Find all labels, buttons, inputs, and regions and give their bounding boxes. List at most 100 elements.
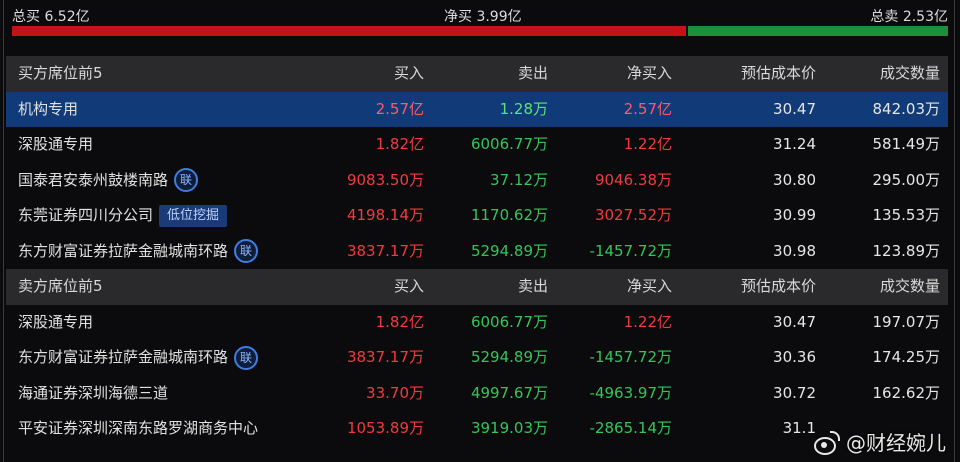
seat-name-cell: 东莞证券四川分公司 低位挖掘	[18, 198, 228, 234]
net-buy-amount: 1.22亿	[623, 312, 672, 331]
seat-name-cell: 东方财富证券拉萨金融城南环路联	[18, 340, 259, 376]
sell-amount: 5294.89万	[470, 348, 548, 366]
est-cost-price: 30.72	[773, 383, 816, 402]
sell-section-title: 卖方席位前5	[18, 277, 103, 295]
linked-seat-icon[interactable]: 联	[234, 345, 259, 370]
buy-amount: 2.57亿	[375, 99, 424, 118]
buy-table-row[interactable]: 国泰君安泰州鼓楼南路联 9083.50万 37.12万 9046.38万 30.80 29…	[6, 163, 948, 199]
seat-name[interactable]: 深股通专用	[18, 305, 93, 341]
est-cost-price: 31.1	[782, 419, 816, 437]
sell-amount: 3919.03万	[470, 419, 548, 437]
seat-name[interactable]: 东方财富证券拉萨金融城南环路	[18, 234, 228, 270]
seat-name[interactable]: 机构专用	[18, 92, 78, 128]
total-buy-label: 总买 6.52亿	[12, 9, 90, 25]
sell-table-row[interactable]: 平安证券深圳深南东路罗湖商务中心 1053.89万 3919.03万 -2865.14…	[6, 411, 948, 447]
watermark: @财经婉儿	[812, 427, 946, 456]
seat-name-cell: 深股通专用	[18, 305, 93, 341]
summary-bar: 总买 6.52亿 净买 3.99亿 总卖 2.53亿	[12, 4, 948, 26]
est-cost-price: 31.24	[773, 135, 816, 153]
buy-amount: 1053.89万	[346, 419, 424, 437]
seat-name[interactable]: 海通证券深圳海德三道	[18, 376, 168, 412]
sell-amount: 5294.89万	[470, 241, 548, 260]
trade-volume: 295.00万	[872, 170, 941, 189]
sell-ratio-fill	[687, 26, 948, 36]
trade-volume: 842.03万	[872, 99, 941, 118]
sell-amount: 4997.67万	[470, 383, 548, 402]
buy-amount: 3837.17万	[346, 348, 424, 366]
buy-sell-ratio-bar	[12, 26, 948, 36]
weibo-icon	[812, 430, 840, 455]
buy-amount: 3837.17万	[346, 241, 424, 260]
seat-name-cell: 机构专用	[18, 92, 78, 128]
sell-amount: 6006.77万	[470, 135, 548, 153]
seat-name-cell: 深股通专用	[18, 127, 93, 163]
trade-volume: 174.25万	[872, 348, 941, 366]
sell-amount: 1.28万	[499, 99, 548, 118]
seat-name-cell: 国泰君安泰州鼓楼南路联	[18, 163, 199, 199]
sell-amount: 1170.62万	[470, 206, 548, 224]
sell-col-sell-header[interactable]: 卖出	[518, 269, 548, 305]
net-buy-amount: -4963.97万	[589, 383, 672, 402]
sell-amount: 6006.77万	[470, 312, 548, 331]
seat-name[interactable]: 平安证券深圳深南东路罗湖商务中心	[18, 411, 258, 447]
net-buy-amount: -2865.14万	[589, 419, 672, 437]
net-buy-amount: 3027.52万	[594, 206, 672, 224]
est-cost-price: 30.80	[773, 170, 816, 189]
seat-name[interactable]: 东方财富证券拉萨金融城南环路	[18, 340, 228, 376]
buy-col-volume-header[interactable]: 成交数量	[880, 56, 940, 92]
sell-col-net-buy-header[interactable]: 净买入	[627, 269, 672, 305]
est-cost-price: 30.47	[773, 99, 816, 118]
buy-table-row[interactable]: 机构专用 2.57亿 1.28万 2.57亿 30.47 842.03万	[6, 91, 948, 128]
sell-col-est-cost-header[interactable]: 预估成本价	[741, 269, 816, 305]
sell-table-row[interactable]: 海通证券深圳海德三道 33.70万 4997.67万 -4963.97万 30.72 16…	[6, 376, 948, 412]
seat-name-cell: 东方财富证券拉萨金融城南环路联	[18, 234, 259, 270]
trade-volume: 162.62万	[872, 383, 941, 402]
linked-seat-icon[interactable]: 联	[234, 239, 259, 264]
seat-name-cell: 平安证券深圳深南东路罗湖商务中心	[18, 411, 258, 447]
seat-name[interactable]: 东莞证券四川分公司	[18, 198, 153, 234]
buy-header-row: 买方席位前5 买入 卖出 净买入 预估成本价 成交数量	[6, 56, 948, 92]
est-cost-price: 30.36	[773, 348, 816, 366]
trade-volume: 123.89万	[872, 241, 941, 260]
net-buy-label: 净买 3.99亿	[444, 9, 522, 25]
linked-seat-icon[interactable]: 联	[174, 168, 199, 193]
net-buy-amount: -1457.72万	[589, 348, 672, 366]
net-buy-amount: -1457.72万	[589, 241, 672, 260]
buy-col-net-buy-header[interactable]: 净买入	[627, 56, 672, 92]
buy-col-est-cost-header[interactable]: 预估成本价	[741, 56, 816, 92]
seat-name[interactable]: 深股通专用	[18, 127, 93, 163]
trade-volume: 581.49万	[872, 135, 941, 153]
sell-table-row[interactable]: 深股通专用 1.82亿 6006.77万 1.22亿 30.47 197.07万	[6, 305, 948, 341]
strategy-tag[interactable]: 低位挖掘	[159, 204, 228, 227]
buy-section-title: 买方席位前5	[18, 64, 103, 82]
sell-table-row[interactable]: 东方财富证券拉萨金融城南环路联 3837.17万 5294.89万 -1457.72万…	[6, 340, 948, 376]
seat-name-cell: 海通证券深圳海德三道	[18, 376, 168, 412]
buy-amount: 9083.50万	[346, 170, 424, 189]
trade-volume: 197.07万	[872, 312, 941, 331]
buy-amount: 1.82亿	[375, 312, 424, 331]
est-cost-price: 30.47	[773, 312, 816, 331]
net-buy-amount: 9046.38万	[594, 170, 672, 189]
buy-amount: 1.82亿	[375, 135, 424, 153]
seat-name[interactable]: 国泰君安泰州鼓楼南路	[18, 163, 168, 199]
buy-table-row[interactable]: 深股通专用 1.82亿 6006.77万 1.22亿 31.24 581.49万	[6, 127, 948, 163]
buy-col-buy-header[interactable]: 买入	[394, 56, 424, 92]
net-buy-amount: 1.22亿	[623, 135, 672, 153]
watermark-text: @财经婉儿	[846, 431, 946, 455]
buy-table-row[interactable]: 东方财富证券拉萨金融城南环路联 3837.17万 5294.89万 -1457.72万…	[6, 234, 948, 270]
net-buy-amount: 2.57亿	[623, 99, 672, 118]
est-cost-price: 30.98	[773, 241, 816, 260]
total-sell-label: 总卖 2.53亿	[870, 9, 948, 25]
sell-header-row: 卖方席位前5 买入 卖出 净买入 预估成本价 成交数量	[6, 269, 948, 305]
buy-amount: 4198.14万	[346, 206, 424, 224]
sell-col-volume-header[interactable]: 成交数量	[880, 269, 940, 305]
trade-volume: 135.53万	[872, 206, 941, 224]
buy-amount: 33.70万	[366, 383, 424, 402]
buy-col-sell-header[interactable]: 卖出	[518, 56, 548, 92]
sell-amount: 37.12万	[490, 170, 548, 189]
buy-table-row[interactable]: 东莞证券四川分公司 低位挖掘 4198.14万 1170.62万 3027.52万 30.…	[6, 198, 948, 234]
seat-table: 买方席位前5 买入 卖出 净买入 预估成本价 成交数量 机构专用 2.57亿 1.28万 2.57…	[6, 56, 948, 447]
sell-col-buy-header[interactable]: 买入	[394, 269, 424, 305]
est-cost-price: 30.99	[773, 206, 816, 224]
buy-ratio-fill	[12, 26, 686, 36]
